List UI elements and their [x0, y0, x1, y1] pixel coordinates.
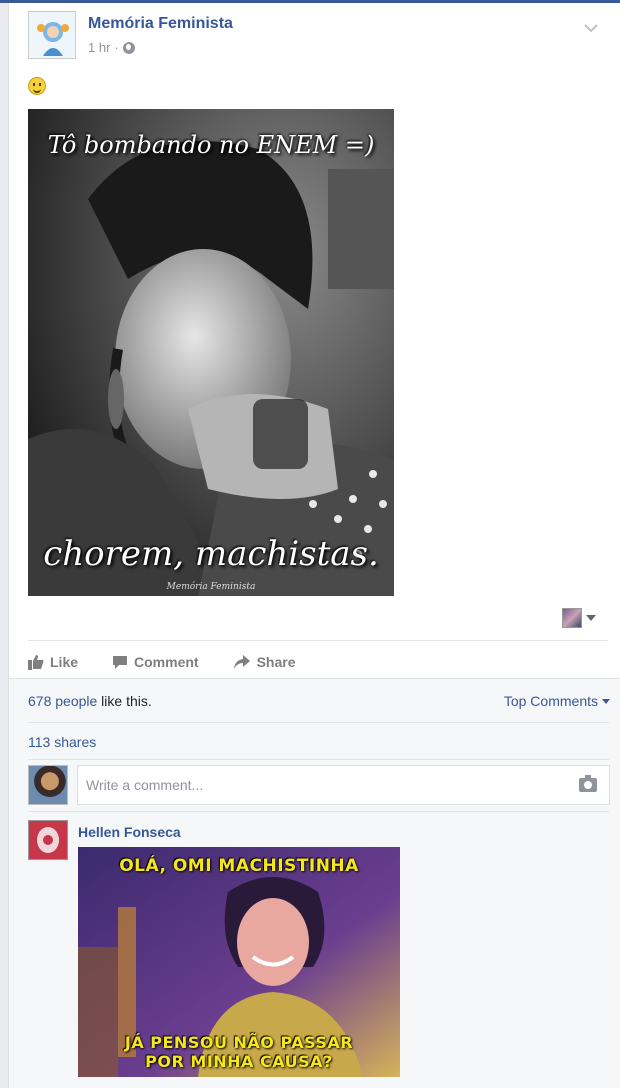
post-header: Memória Feminista 1 hr · — [28, 11, 608, 63]
divider — [28, 722, 609, 723]
comment-button[interactable]: Comment — [112, 649, 199, 675]
like-button[interactable]: Like — [28, 649, 78, 675]
portrait-photo — [28, 109, 394, 596]
comment-placeholder: Write a comment... — [86, 777, 204, 793]
comment-author-avatar[interactable] — [28, 820, 68, 860]
actor-avatar — [562, 608, 582, 628]
share-button[interactable]: Share — [233, 649, 296, 675]
share-label: Share — [256, 654, 296, 670]
meta-separator: · — [114, 40, 119, 55]
meme-bottom-line-2: POR MINHA CAUSA? — [145, 1052, 333, 1071]
globe-icon[interactable] — [122, 41, 135, 54]
comment-sort-dropdown[interactable]: Top Comments — [504, 693, 610, 709]
page-name[interactable]: Memória Feminista — [88, 15, 233, 33]
likes-count-link[interactable]: 678 people — [28, 693, 97, 709]
meme-bottom-line-1: JÁ PENSOU NÃO PASSAR — [124, 1033, 354, 1052]
comment-image[interactable]: OLÁ, OMI MACHISTINHA JÁ PENSOU NÃO PASSA… — [78, 847, 400, 1077]
meme-bottom-text: JÁ PENSOU NÃO PASSAR POR MINHA CAUSA? — [78, 1033, 400, 1071]
comment-author-name[interactable]: Hellen Fonseca — [78, 824, 181, 840]
share-arrow-icon — [233, 655, 250, 669]
chevron-down-icon[interactable] — [584, 21, 598, 36]
shares-link[interactable]: 113 shares — [28, 734, 96, 750]
likes-suffix: like this. — [97, 693, 152, 709]
comment-input[interactable]: Write a comment... — [77, 765, 610, 805]
meme-top-text: OLÁ, OMI MACHISTINHA — [119, 856, 359, 876]
page-avatar[interactable] — [28, 11, 76, 59]
comment-label: Comment — [134, 654, 199, 670]
post-time[interactable]: 1 hr — [88, 40, 110, 55]
image-bottom-caption: chorem, machistas. — [43, 534, 379, 574]
comment-sort-label: Top Comments — [503, 693, 598, 709]
divider — [28, 811, 609, 812]
post-actions: Like Comment Share — [28, 649, 608, 675]
speech-bubble-icon — [113, 656, 128, 669]
likes-summary: 678 people like this. — [28, 693, 152, 709]
thumbs-up-icon — [28, 655, 44, 670]
camera-icon[interactable] — [579, 775, 597, 792]
image-watermark: Memória Feminista — [166, 582, 256, 592]
smiley-emoji-icon — [28, 77, 46, 95]
post-image[interactable]: Tô bombando no ENEM =) chorem, machistas… — [28, 109, 394, 596]
divider — [28, 640, 608, 641]
like-label: Like — [50, 654, 79, 670]
post-card: Memória Feminista 1 hr · Tô bombando no … — [8, 3, 620, 1088]
caret-down-icon — [602, 698, 610, 704]
feedback-section: 678 people like this. Top Comments 113 s… — [9, 678, 620, 1088]
image-top-caption: Tô bombando no ENEM =) — [47, 131, 375, 159]
post-meta: 1 hr · — [88, 40, 135, 55]
divider — [28, 759, 609, 760]
caret-down-icon — [586, 615, 596, 621]
current-user-avatar[interactable] — [28, 765, 68, 805]
post-as-selector[interactable] — [562, 608, 596, 628]
page-logo-icon — [29, 12, 75, 58]
